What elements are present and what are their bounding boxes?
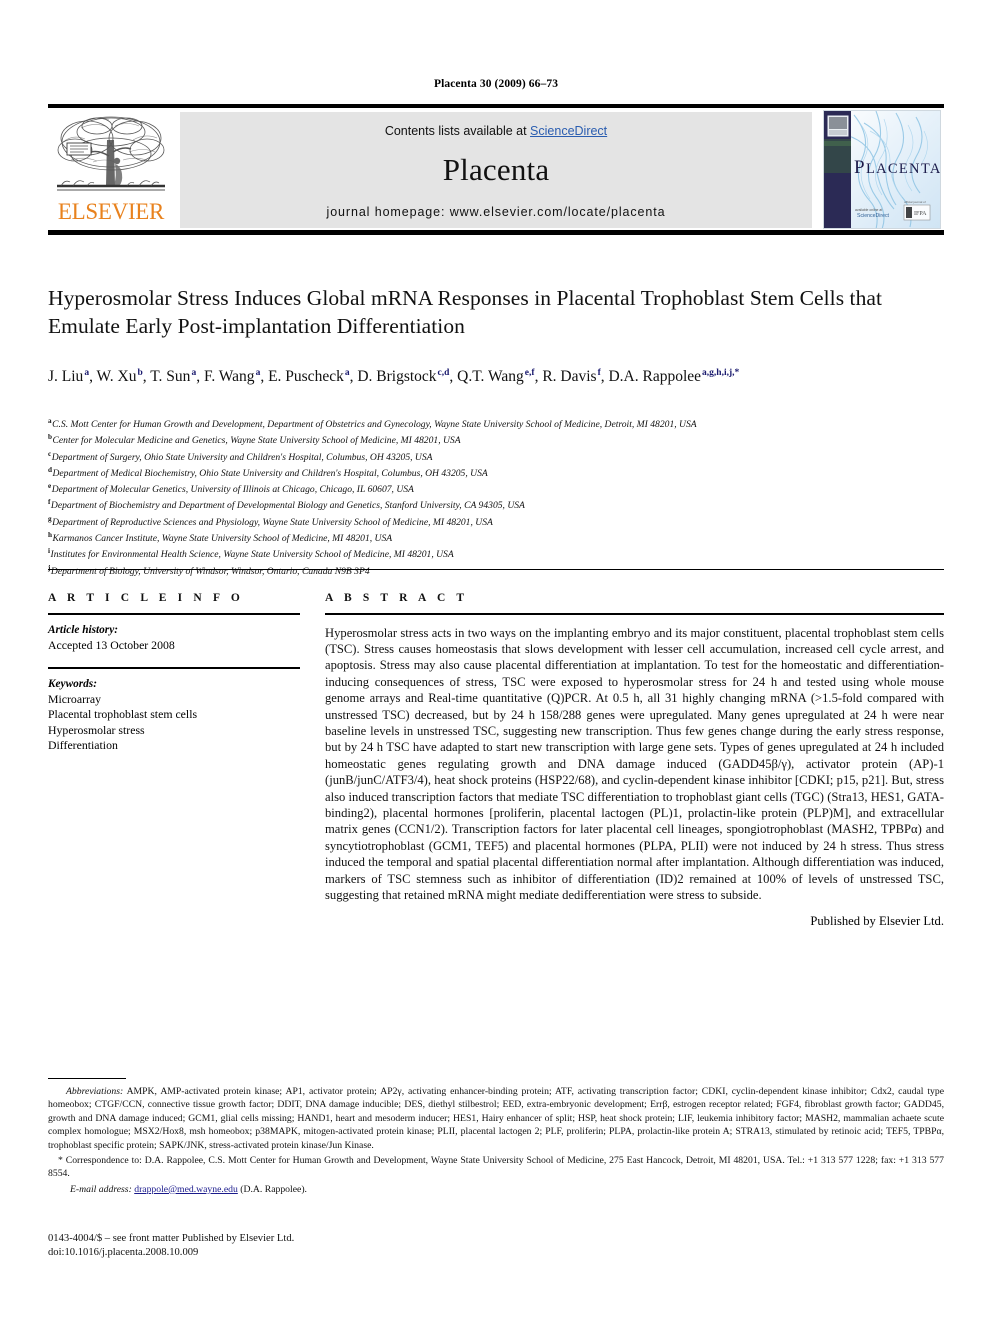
correspondence-note: * Correspondence to: D.A. Rappolee, C.S.… <box>48 1154 944 1181</box>
issn-front-matter: 0143-4004/$ – see front matter Published… <box>48 1233 295 1244</box>
contents-prefix-text: Contents lists available at <box>384 124 531 138</box>
affiliation-text: Karmanos Cancer Institute, Wayne State U… <box>52 533 393 545</box>
author-affiliation-marker: f <box>597 368 601 378</box>
affiliation-item: hKarmanos Cancer Institute, Wayne State … <box>48 529 944 545</box>
article-info-column: A R T I C L E I N F O Article history: A… <box>48 592 300 754</box>
elsevier-tree-icon <box>53 112 169 200</box>
author-affiliation-marker: a,g,h,i,j,* <box>702 368 740 378</box>
journal-title: Placenta <box>442 152 550 187</box>
author-name: D.A. Rappolee <box>608 368 702 386</box>
author-affiliation-marker: e,f <box>524 368 535 378</box>
svg-text:ScienceDirect: ScienceDirect <box>857 213 890 219</box>
affiliation-item: eDepartment of Molecular Genetics, Unive… <box>48 480 944 496</box>
affiliation-item: cDepartment of Surgery, Ohio State Unive… <box>48 448 944 464</box>
affiliation-text: Department of Molecular Genetics, Univer… <box>51 484 414 496</box>
author-name: Q.T. Wang <box>457 368 524 386</box>
abstract-heading: A B S T R A C T <box>325 592 469 604</box>
keywords-rule <box>48 667 300 669</box>
info-abstract-top-rule <box>48 569 944 570</box>
author-name: D. Brigstock <box>357 368 437 386</box>
keyword-item: Microarray <box>48 691 102 706</box>
masthead-center-panel: Contents lists available at ScienceDirec… <box>180 112 812 228</box>
affiliation-list: aC.S. Mott Center for Human Growth and D… <box>48 415 944 578</box>
svg-text:official journal of: official journal of <box>904 200 926 204</box>
affiliation-item: bCenter for Molecular Medicine and Genet… <box>48 431 944 447</box>
journal-cover-image: P LACENTA available online at ScienceDir… <box>824 111 941 228</box>
author-affiliation-marker: c,d <box>437 368 450 378</box>
running-head-citation: Placenta 30 (2009) 66–73 <box>433 78 559 90</box>
author-list: J. Liua, W. Xub, T. Suna, F. Wanga, E. P… <box>48 368 740 386</box>
author-name: E. Puscheck <box>268 368 344 386</box>
author-name: R. Davis <box>542 368 597 386</box>
svg-text:LACENTA: LACENTA <box>866 161 941 177</box>
correspondence-text: Correspondence to: D.A. Rappolee, C.S. M… <box>48 1155 944 1180</box>
article-history-value: Accepted 13 October 2008 <box>48 637 175 652</box>
correspondence-marker: * <box>58 1155 63 1167</box>
page-title: Hyperosmolar Stress Induces Global mRNA … <box>48 286 882 338</box>
footnote-block: Abbreviations: AMPK, AMP-activated prote… <box>48 1085 944 1196</box>
article-info-rule <box>48 613 300 615</box>
published-by-line: Published by Elsevier Ltd. <box>810 913 944 928</box>
keyword-item: Differentiation <box>48 738 118 753</box>
keyword-item: Hyperosmolar stress <box>48 722 145 737</box>
abstract-column: A B S T R A C T Hyperosmolar stress acts… <box>325 592 944 929</box>
affiliation-text: Institutes for Environmental Health Scie… <box>50 549 454 561</box>
affiliation-text: Department of Biochemistry and Departmen… <box>50 500 525 512</box>
affiliation-item: aC.S. Mott Center for Human Growth and D… <box>48 415 944 431</box>
svg-text:IFPA: IFPA <box>914 211 927 217</box>
abstract-rule <box>325 613 944 615</box>
masthead-bottom-rule <box>48 230 944 235</box>
affiliation-item: gDepartment of Reproductive Sciences and… <box>48 513 944 529</box>
article-info-heading: A R T I C L E I N F O <box>48 592 244 604</box>
author-name: J. Liu <box>48 368 84 386</box>
affiliation-item: fDepartment of Biochemistry and Departme… <box>48 496 944 512</box>
affiliation-text: Department of Reproductive Sciences and … <box>52 516 493 528</box>
abstract-text: Hyperosmolar stress acts in two ways on … <box>325 625 944 903</box>
author-affiliation-marker: a <box>344 368 350 378</box>
affiliation-text: Center for Molecular Medicine and Geneti… <box>52 435 461 447</box>
article-history-label: Article history: <box>48 623 118 636</box>
email-link[interactable]: drappole@med.wayne.edu <box>134 1184 238 1195</box>
imprint-block: 0143-4004/$ – see front matter Published… <box>48 1232 294 1260</box>
affiliation-text: C.S. Mott Center for Human Growth and De… <box>52 419 697 431</box>
keyword-item: Placental trophoblast stem cells <box>48 707 198 722</box>
affiliation-item: dDepartment of Medical Biochemistry, Ohi… <box>48 464 944 480</box>
keywords-label: Keywords: <box>48 677 97 690</box>
elsevier-wordmark: ELSEVIER <box>57 199 165 224</box>
affiliation-text: Department of Medical Biochemistry, Ohio… <box>52 468 488 480</box>
affiliation-text: Department of Surgery, Ohio State Univer… <box>51 451 433 463</box>
svg-text:available online at: available online at <box>855 208 882 212</box>
journal-homepage-line[interactable]: journal homepage: www.elsevier.com/locat… <box>180 205 812 219</box>
journal-masthead: ELSEVIER Contents lists available at Sci… <box>48 104 944 235</box>
journal-article-first-page: Placenta 30 (2009) 66–73 ELSEVIER Conten… <box>0 0 992 1323</box>
affiliation-text: Department of Biology, University of Win… <box>50 565 370 577</box>
title-block: Hyperosmolar Stress Induces Global mRNA … <box>48 284 944 340</box>
author-affiliation-marker: a <box>84 368 90 378</box>
abbreviations-text: AMPK, AMP-activated protein kinase; AP1,… <box>48 1086 944 1151</box>
author-name: F. Wang <box>203 368 255 386</box>
author-affiliation-marker: a <box>191 368 197 378</box>
abbreviations-note: Abbreviations: AMPK, AMP-activated prote… <box>48 1085 944 1152</box>
journal-cover-thumbnail: P LACENTA available online at ScienceDir… <box>823 110 941 229</box>
svg-text:P: P <box>854 157 866 178</box>
affiliation-item: iInstitutes for Environmental Health Sci… <box>48 545 944 561</box>
sciencedirect-link[interactable]: ScienceDirect <box>530 124 607 138</box>
keywords-list: Microarray Placental trophoblast stem cel… <box>48 692 300 754</box>
footnote-separator-rule <box>48 1078 126 1080</box>
abbreviations-label: Abbreviations: <box>66 1086 124 1097</box>
author-name: T. Sun <box>150 368 191 386</box>
elsevier-logo: ELSEVIER <box>51 112 171 227</box>
doi-line: doi:10.1016/j.placenta.2008.10.009 <box>48 1247 199 1259</box>
email-note: E-mail address: drappole@med.wayne.edu (… <box>48 1183 944 1196</box>
author-name: W. Xu <box>96 368 137 386</box>
author-affiliation-marker: b <box>137 368 143 378</box>
masthead-top-rule <box>48 104 944 108</box>
contents-available-line: Contents lists available at ScienceDirec… <box>180 124 812 138</box>
email-suffix: (D.A. Rappolee). <box>240 1183 307 1195</box>
author-affiliation-marker: a <box>255 368 261 378</box>
email-label: E-mail address: <box>70 1183 132 1195</box>
